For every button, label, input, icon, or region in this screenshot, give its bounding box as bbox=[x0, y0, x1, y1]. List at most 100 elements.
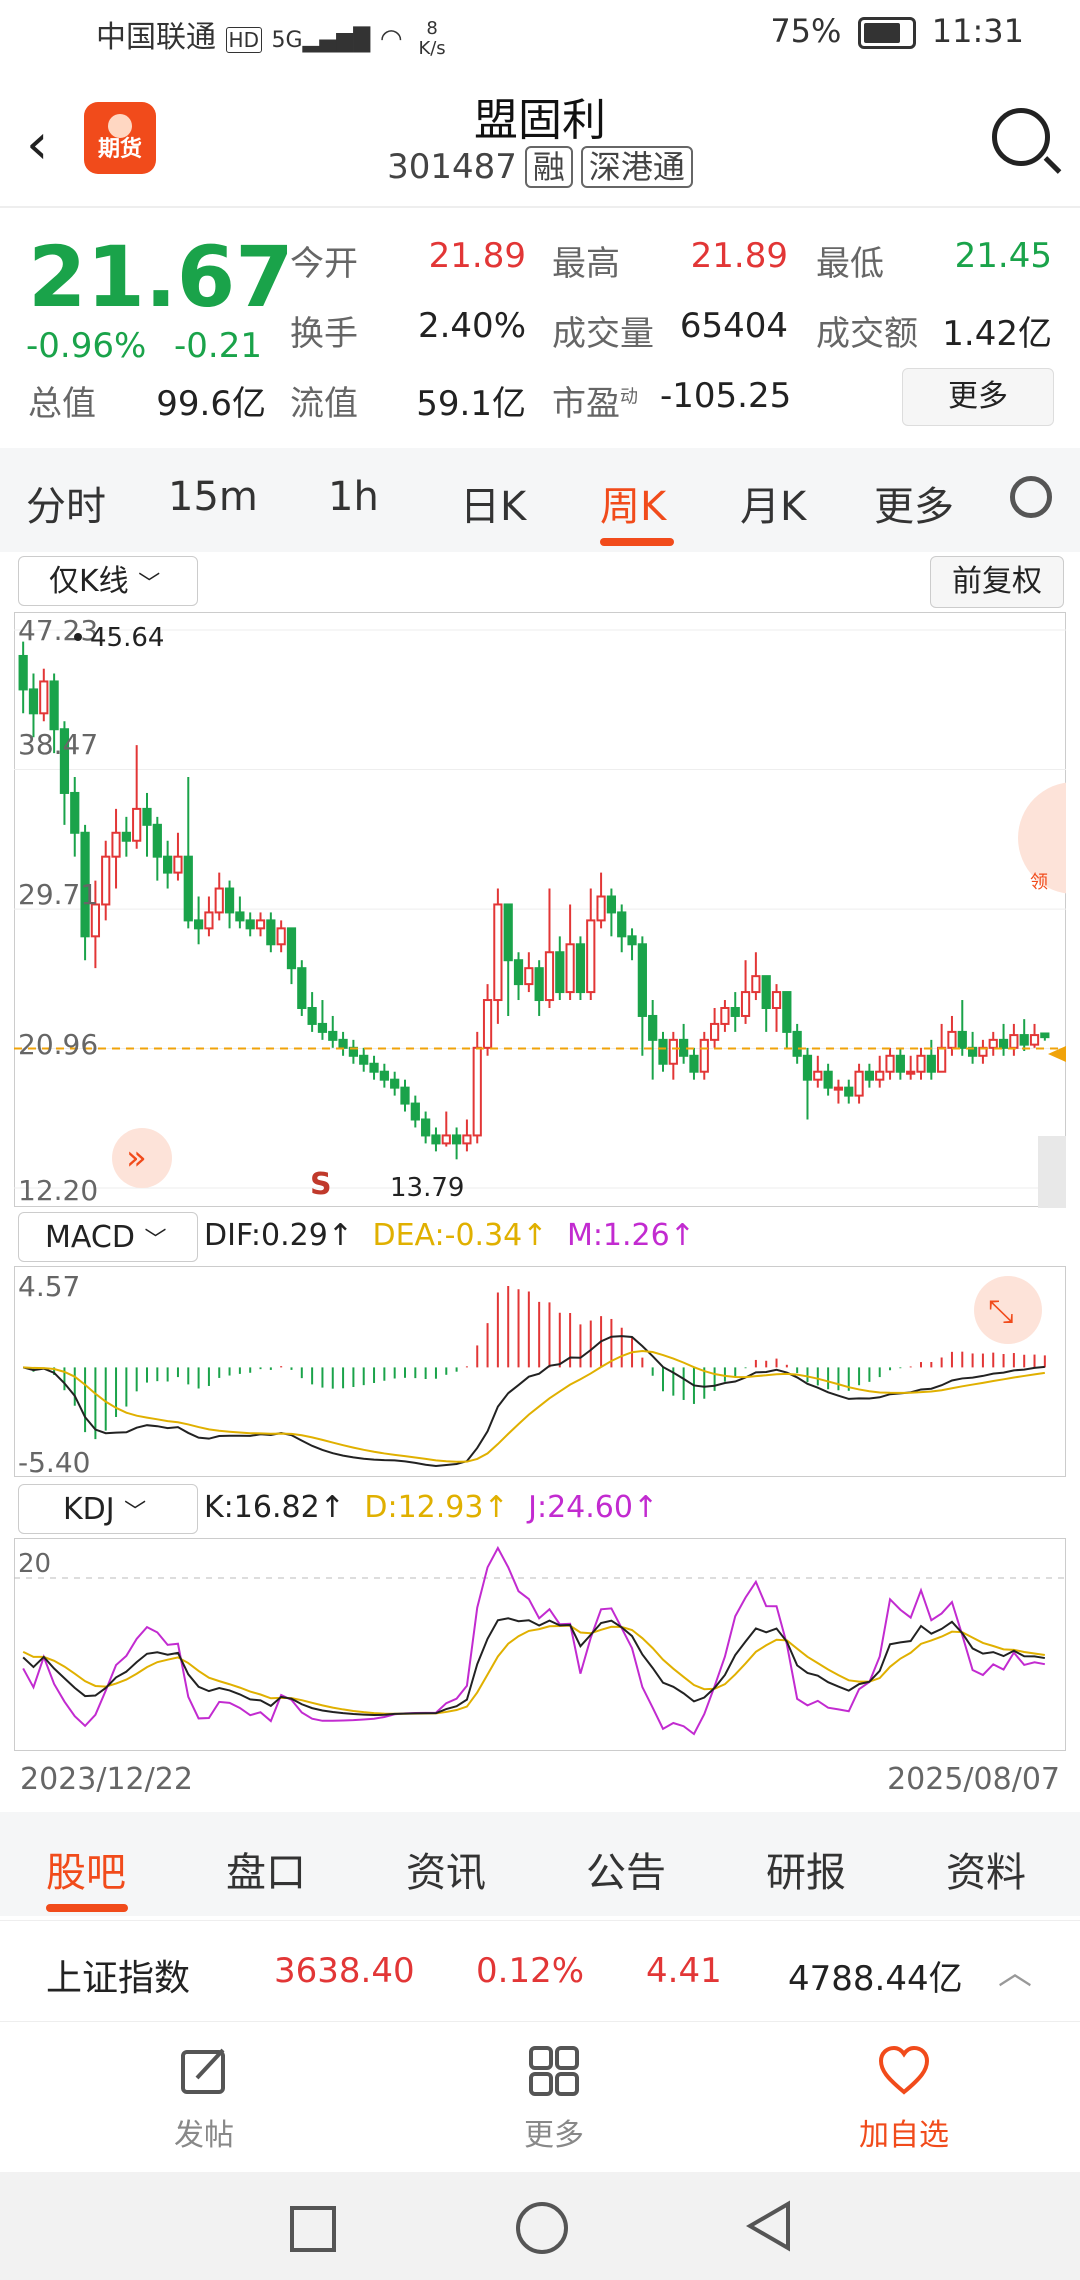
candle bbox=[266, 919, 276, 946]
candle bbox=[18, 654, 28, 691]
candle bbox=[689, 1054, 699, 1073]
low-value: 21.45 bbox=[954, 236, 1052, 276]
index-ticker[interactable]: 上证指数 3638.40 0.12% 4.41 4788.44亿 ︿ bbox=[0, 1920, 1080, 2022]
index-change-pct: 0.12% bbox=[476, 1951, 585, 1991]
candle bbox=[761, 975, 771, 1010]
candle bbox=[338, 1038, 348, 1049]
tab-news[interactable]: 资讯 bbox=[406, 1840, 486, 1898]
macd-dea: DEA:-0.34↑ bbox=[372, 1218, 548, 1253]
candle bbox=[142, 807, 152, 826]
candle bbox=[596, 895, 606, 922]
candle bbox=[534, 967, 544, 1002]
kdj-select-label: KDJ bbox=[63, 1492, 115, 1527]
tab-weekly[interactable]: 周K bbox=[600, 474, 666, 532]
back-nav-icon[interactable] bbox=[744, 2200, 794, 2252]
max-price-label: 45.64 bbox=[90, 623, 164, 653]
candle bbox=[1040, 1032, 1050, 1039]
chevron-up-icon[interactable]: ︿ bbox=[998, 1945, 1032, 1994]
candle bbox=[255, 919, 266, 930]
candle bbox=[132, 807, 142, 842]
candle bbox=[906, 1070, 916, 1075]
candle bbox=[235, 911, 245, 922]
double-chevron-icon: » bbox=[126, 1138, 147, 1178]
macd-chart[interactable]: 4.57 -5.40 ⤡ bbox=[14, 1266, 1066, 1478]
chevron-down-icon: ﹀ bbox=[144, 1228, 167, 1253]
market-cap-label: 总值 bbox=[28, 384, 96, 424]
candle bbox=[617, 911, 627, 938]
candle bbox=[998, 1038, 1009, 1049]
tab-announcements[interactable]: 公告 bbox=[586, 1840, 666, 1898]
more-quote-button[interactable]: 更多 bbox=[902, 368, 1054, 426]
clock: 11:31 bbox=[931, 12, 1024, 50]
post-button[interactable]: 发帖 bbox=[124, 2044, 284, 2154]
tab-profile[interactable]: 资料 bbox=[946, 1840, 1026, 1898]
tab-15m[interactable]: 15m bbox=[168, 474, 258, 520]
amount-value: 1.42亿 bbox=[942, 314, 1052, 354]
side-drawer-handle[interactable] bbox=[1038, 1136, 1066, 1208]
kdj-k: K:16.82↑ bbox=[204, 1490, 345, 1525]
kdj-level-label: 20 bbox=[18, 1549, 51, 1579]
status-bar: 中国联通 HD 5G▂▄▆█ ◠ 8 K/s 75% 11:31 bbox=[0, 0, 1080, 74]
post-label: 发帖 bbox=[174, 2118, 234, 2153]
kline-mode-select[interactable]: 仅K线 ﹀ bbox=[18, 556, 198, 606]
candle bbox=[513, 959, 524, 986]
tab-daily[interactable]: 日K bbox=[460, 474, 526, 532]
carrier-text: 中国联通 bbox=[96, 20, 216, 55]
index-change: 4.41 bbox=[646, 1951, 722, 1991]
tab-research[interactable]: 研报 bbox=[766, 1840, 846, 1898]
candle bbox=[214, 887, 224, 914]
candle bbox=[575, 943, 586, 994]
candle bbox=[286, 927, 297, 970]
candle bbox=[947, 1030, 957, 1049]
tab-intraday[interactable]: 分时 bbox=[26, 474, 106, 532]
tab-monthly[interactable]: 月K bbox=[740, 474, 806, 532]
candle bbox=[1029, 1034, 1040, 1046]
kdj-select[interactable]: KDJ ﹀ bbox=[18, 1484, 198, 1534]
candle bbox=[451, 1134, 462, 1145]
volume-value: 65404 bbox=[679, 306, 788, 346]
candle bbox=[555, 951, 565, 994]
kline-chart[interactable]: 47.23 38.47 29.71 20.96 12.20 45.64 13.7… bbox=[14, 612, 1066, 1208]
kdj-values: K:16.82↑ D:12.93↑ J:24.60↑ bbox=[204, 1490, 658, 1525]
candle bbox=[173, 855, 183, 874]
market-cap-value: 99.6亿 bbox=[156, 384, 266, 424]
macd-select[interactable]: MACD ﹀ bbox=[18, 1212, 198, 1262]
more-label: 更多 bbox=[524, 2118, 584, 2153]
pe-value: -105.25 bbox=[660, 376, 792, 416]
tab-1h[interactable]: 1h bbox=[328, 474, 379, 520]
recents-icon[interactable] bbox=[290, 2206, 336, 2252]
candle bbox=[410, 1102, 420, 1121]
candle bbox=[586, 919, 596, 994]
more-button[interactable]: 更多 bbox=[474, 2044, 634, 2154]
y-tick: 47.23 bbox=[18, 614, 98, 647]
add-watchlist-button[interactable]: 加自选 bbox=[824, 2044, 984, 2154]
margin-tag: 融 bbox=[524, 146, 573, 188]
search-icon[interactable] bbox=[992, 108, 1050, 166]
macd-values: DIF:0.29↑ DEA:-0.34↑ M:1.26↑ bbox=[204, 1218, 695, 1253]
tab-more[interactable]: 更多 bbox=[874, 474, 954, 532]
high-label: 最高 bbox=[552, 244, 620, 284]
wifi-icon: ◠ bbox=[379, 24, 403, 54]
battery-icon bbox=[857, 17, 916, 49]
kdj-chart[interactable]: 20 bbox=[14, 1538, 1066, 1752]
stock-code: 301487 bbox=[387, 147, 517, 187]
candle bbox=[699, 1038, 709, 1073]
home-icon[interactable] bbox=[516, 2202, 568, 2254]
tab-forum[interactable]: 股吧 bbox=[46, 1840, 126, 1898]
gear-icon[interactable] bbox=[1010, 476, 1052, 518]
candle bbox=[720, 1007, 730, 1025]
battery-percent: 75% bbox=[770, 12, 842, 50]
tab-orderbook[interactable]: 盘口 bbox=[226, 1840, 306, 1898]
candle bbox=[193, 919, 204, 930]
active-tab-indicator bbox=[600, 538, 674, 546]
candle bbox=[152, 823, 162, 858]
candle bbox=[503, 903, 513, 962]
candle bbox=[70, 791, 80, 834]
pe-label-text: 市盈 bbox=[552, 384, 620, 424]
change-amount: -0.21 bbox=[174, 326, 262, 366]
adjust-select[interactable]: 前复权 bbox=[930, 556, 1064, 608]
action-bar: 发帖 更多 加自选 bbox=[0, 2022, 1080, 2172]
candle bbox=[472, 1046, 482, 1137]
candle bbox=[493, 903, 503, 1002]
candle bbox=[937, 1046, 947, 1073]
